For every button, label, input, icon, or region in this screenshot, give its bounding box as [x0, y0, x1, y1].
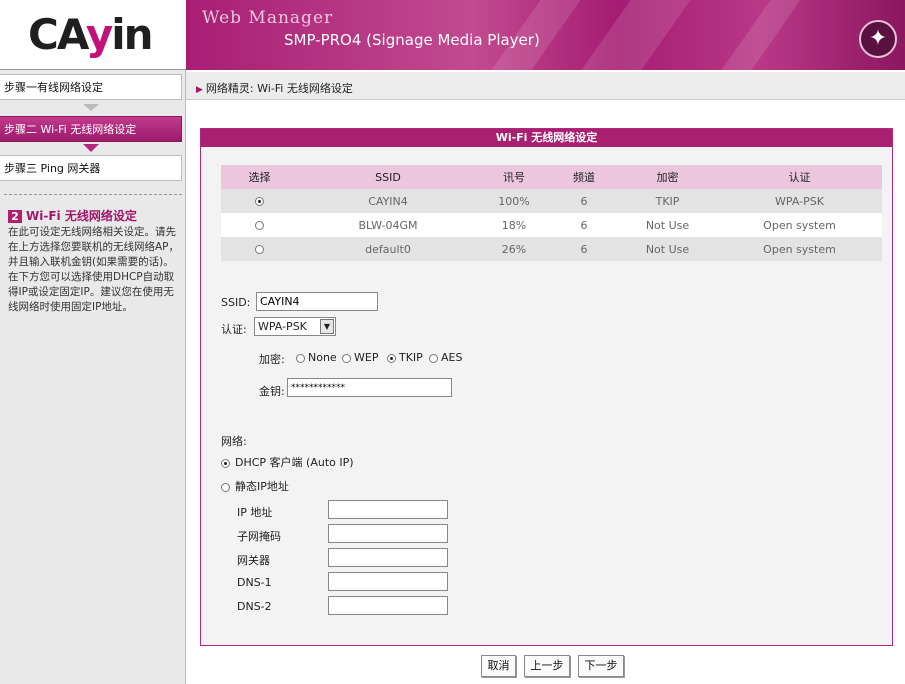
dns2-input[interactable] — [328, 596, 448, 615]
col-select: 选择 — [221, 165, 298, 189]
wifi-settings-panel: Wi-Fi 无线网络设定 选择 SSID 讯号 频道 加密 认证 CAYIN4 … — [200, 128, 893, 646]
dns1-label: DNS-1 — [237, 576, 272, 589]
cancel-button[interactable]: 取消 — [481, 655, 516, 677]
help-title: 2 Wi-Fi 无线网络设定 — [8, 207, 137, 224]
sidebar-step-wired[interactable]: 步骤一有线网络设定 — [0, 74, 182, 100]
chevron-down-icon — [83, 144, 99, 152]
subnet-mask-input[interactable] — [328, 524, 448, 543]
network-label: 网络: — [221, 435, 247, 448]
dns1-input[interactable] — [328, 572, 448, 591]
wizard-icon[interactable]: ✦ — [859, 20, 897, 58]
enc-option-wep[interactable]: WEP — [342, 351, 378, 364]
enc-option-aes[interactable]: AES — [429, 351, 462, 364]
auth-select[interactable]: WPA-PSK ▼ — [254, 317, 336, 336]
enc-option-none[interactable]: None — [296, 351, 337, 364]
help-text: 在此可设定无线网络相关设定。请先在上方选择您要联机的无线网络AP，并且输入联机金… — [8, 226, 180, 313]
ip-label: IP 地址 — [237, 506, 273, 519]
col-auth: 认证 — [717, 165, 882, 189]
logo-area: CAyin — [0, 0, 186, 70]
breadcrumb: ▶ 网络精灵: Wi-Fi 无线网络设定 — [196, 82, 353, 95]
ap-select-radio[interactable] — [255, 197, 264, 206]
sidebar-step-wifi[interactable]: 步骤二 Wi-Fi 无线网络设定 — [0, 116, 182, 142]
table-row[interactable]: default0 26% 6 Not Use Open system — [221, 237, 882, 261]
enc-label: 加密: — [259, 353, 285, 366]
triangle-right-icon: ▶ — [196, 85, 203, 95]
dhcp-option[interactable]: DHCP 客户端 (Auto IP) — [221, 454, 354, 470]
sidebar: 步骤一有线网络设定 步骤二 Wi-Fi 无线网络设定 步骤三 Ping 网关器 … — [0, 70, 186, 684]
help-step-number: 2 — [8, 210, 22, 223]
next-button[interactable]: 下一步 — [578, 655, 624, 677]
header-banner: Web Manager SMP-PRO4 (Signage Media Play… — [186, 0, 905, 70]
col-ssid: SSID — [298, 165, 478, 189]
key-label: 金钥: — [259, 385, 285, 398]
ap-table: 选择 SSID 讯号 频道 加密 认证 CAYIN4 100% 6 TKIP W… — [221, 165, 882, 261]
app-title: Web Manager — [202, 8, 334, 28]
static-ip-option[interactable]: 静态IP地址 — [221, 478, 289, 494]
gateway-input[interactable] — [328, 548, 448, 567]
key-input[interactable] — [287, 378, 452, 397]
table-row[interactable]: CAYIN4 100% 6 TKIP WPA-PSK — [221, 189, 882, 213]
header: CAyin Web Manager SMP-PRO4 (Signage Medi… — [0, 0, 905, 70]
cayin-logo: CAyin — [28, 10, 154, 59]
ssid-input[interactable] — [256, 292, 378, 311]
gateway-label: 网关器 — [237, 554, 270, 567]
table-header-row: 选择 SSID 讯号 频道 加密 认证 — [221, 165, 882, 189]
table-row[interactable]: BLW-04GM 18% 6 Not Use Open system — [221, 213, 882, 237]
dns2-label: DNS-2 — [237, 600, 272, 613]
breadcrumb-bar: ▶ 网络精灵: Wi-Fi 无线网络设定 — [186, 72, 905, 100]
prev-button[interactable]: 上一步 — [524, 655, 570, 677]
chevron-down-icon — [83, 104, 99, 111]
ip-address-input[interactable] — [328, 500, 448, 519]
panel-title: Wi-Fi 无线网络设定 — [201, 129, 892, 147]
sidebar-step-ping[interactable]: 步骤三 Ping 网关器 — [0, 155, 182, 181]
col-encryption: 加密 — [618, 165, 717, 189]
auth-label: 认证: — [221, 323, 247, 336]
subnet-label: 子网掩码 — [237, 530, 281, 543]
ap-select-radio[interactable] — [255, 245, 264, 254]
ssid-label: SSID: — [221, 296, 251, 309]
col-signal: 讯号 — [478, 165, 550, 189]
ap-select-radio[interactable] — [255, 221, 264, 230]
device-title: SMP-PRO4 (Signage Media Player) — [284, 31, 540, 49]
panel-body: 选择 SSID 讯号 频道 加密 认证 CAYIN4 100% 6 TKIP W… — [201, 147, 892, 645]
col-channel: 频道 — [550, 165, 618, 189]
sidebar-divider — [4, 194, 182, 195]
enc-option-tkip[interactable]: TKIP — [387, 351, 423, 364]
chevron-down-icon[interactable]: ▼ — [320, 319, 334, 334]
